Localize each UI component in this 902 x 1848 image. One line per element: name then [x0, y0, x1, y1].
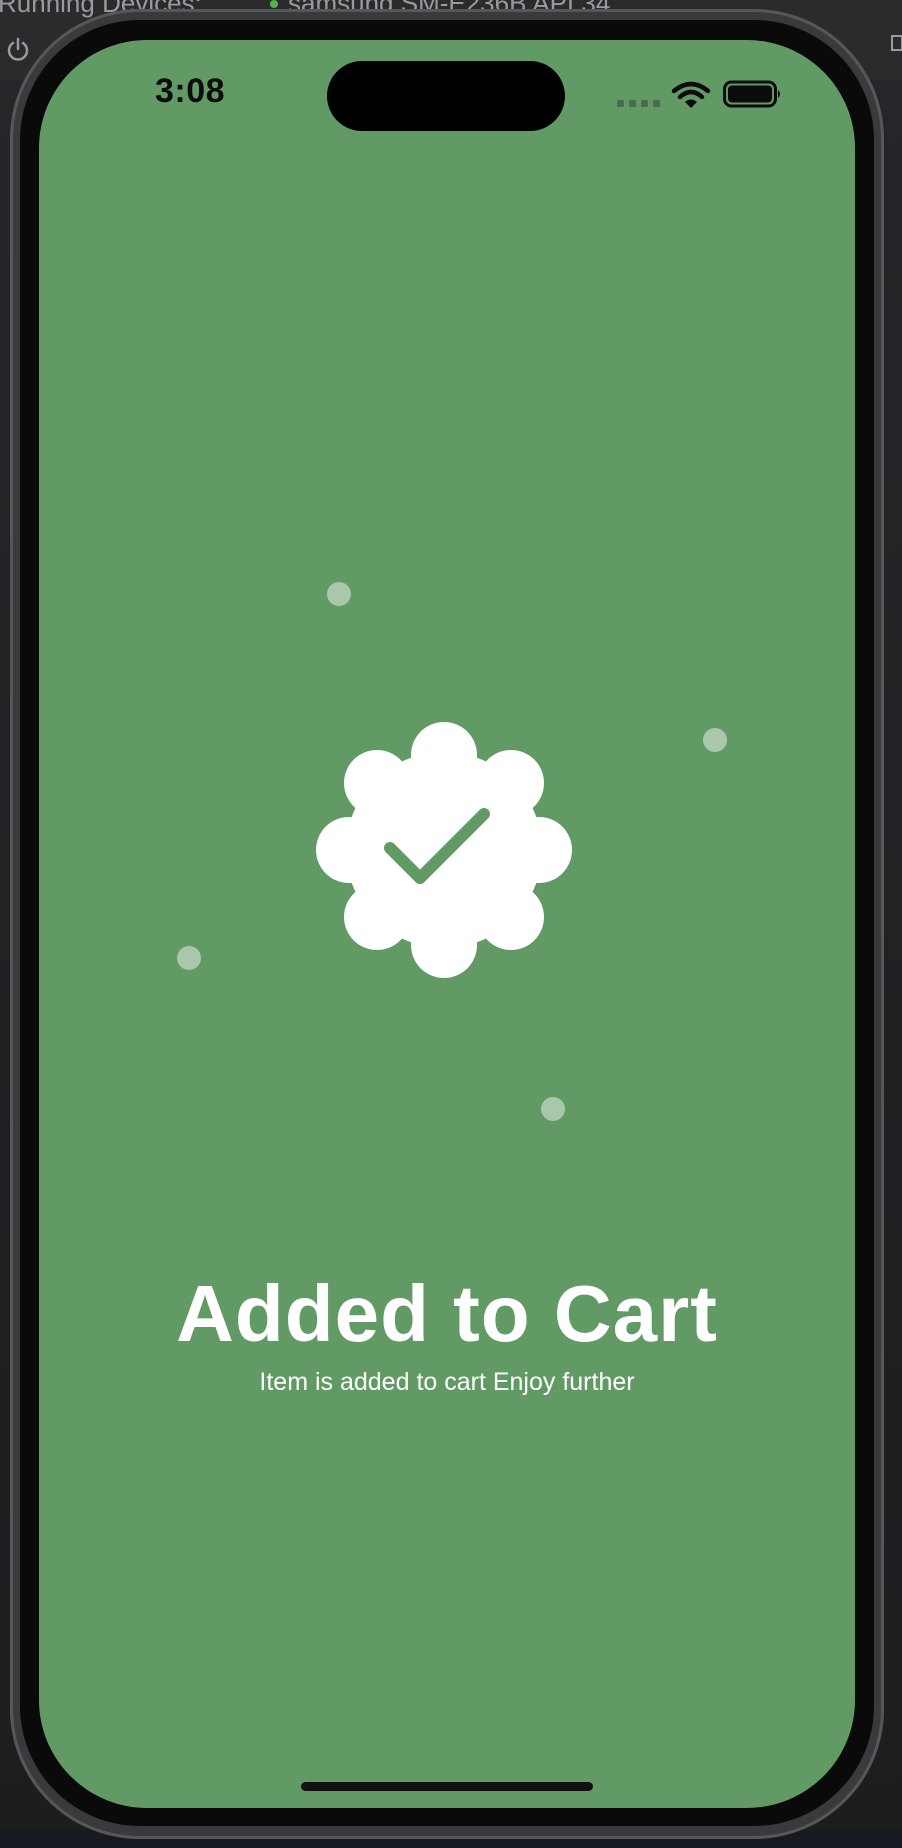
app-screen: 3:08 Added to Cart Item is added to cart…: [39, 40, 855, 1808]
check-badge-icon: [316, 722, 572, 978]
wifi-icon: [671, 81, 711, 108]
confetti-dot: [327, 582, 351, 606]
status-time: 3:08: [155, 72, 226, 110]
page-subtitle: Item is added to cart Enjoy further: [259, 1368, 635, 1396]
dynamic-island: [327, 61, 565, 131]
home-indicator[interactable]: [301, 1782, 593, 1791]
window-icon[interactable]: [886, 34, 902, 54]
power-icon[interactable]: [4, 36, 32, 64]
confetti-dot: [703, 728, 727, 752]
confetti-dot: [177, 946, 201, 970]
battery-icon: [723, 80, 780, 108]
device-status-dot: [270, 0, 278, 8]
page-title: Added to Cart: [176, 1269, 718, 1358]
cellular-signal-icon: [617, 100, 660, 107]
confetti-dot: [541, 1097, 565, 1121]
